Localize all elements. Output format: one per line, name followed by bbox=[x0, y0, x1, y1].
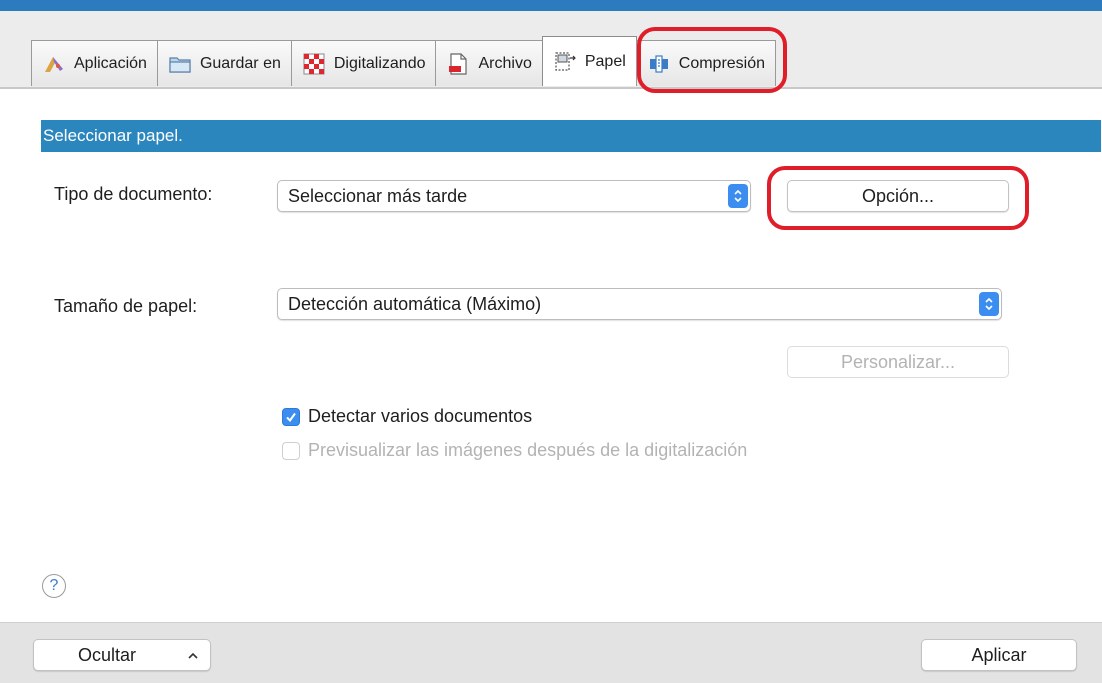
tab-compresion[interactable]: Compresión bbox=[635, 40, 777, 86]
chevron-updown-icon bbox=[979, 292, 999, 316]
settings-tabs: Aplicación Guardar en Digitalizando Arch… bbox=[31, 36, 777, 86]
tab-digitalizando-label: Digitalizando bbox=[333, 54, 426, 72]
folder-icon bbox=[168, 52, 192, 76]
apply-button[interactable]: Aplicar bbox=[921, 639, 1077, 671]
preview-images-checkbox[interactable] bbox=[282, 441, 300, 460]
document-type-label: Tipo de documento: bbox=[54, 184, 213, 204]
document-type-value: Seleccionar más tarde bbox=[288, 186, 468, 206]
hide-button-label: Ocultar bbox=[78, 645, 137, 665]
tab-compresion-label: Compresión bbox=[678, 54, 766, 72]
tab-guardar-en[interactable]: Guardar en bbox=[156, 40, 292, 86]
tab-papel[interactable]: Papel bbox=[541, 36, 637, 86]
help-button[interactable]: ? bbox=[42, 574, 66, 598]
chevron-up-icon bbox=[187, 640, 199, 679]
compression-icon bbox=[647, 52, 671, 76]
tab-guardar-en-label: Guardar en bbox=[199, 54, 281, 72]
paper-icon bbox=[553, 50, 577, 74]
detect-multiple-label: Detectar varios documentos bbox=[308, 406, 533, 426]
preview-images-option[interactable]: Previsualizar las imágenes después de la… bbox=[282, 440, 747, 461]
detect-multiple-checkbox[interactable] bbox=[282, 407, 300, 426]
tab-papel-label: Papel bbox=[584, 52, 626, 70]
chevron-updown-icon bbox=[728, 184, 748, 208]
tab-aplicacion[interactable]: Aplicación bbox=[31, 40, 158, 86]
preview-images-label: Previsualizar las imágenes después de la… bbox=[308, 440, 748, 460]
paper-size-value: Detección automática (Máximo) bbox=[288, 294, 542, 314]
tab-digitalizando[interactable]: Digitalizando bbox=[290, 40, 437, 86]
option-button[interactable]: Opción... bbox=[787, 180, 1009, 212]
window-top-bar bbox=[0, 0, 1102, 11]
hide-button[interactable]: Ocultar bbox=[33, 639, 211, 671]
tab-aplicacion-label: Aplicación bbox=[74, 54, 147, 72]
document-type-select[interactable]: Seleccionar más tarde bbox=[277, 180, 751, 212]
application-icon bbox=[42, 52, 66, 76]
tab-archivo-label: Archivo bbox=[478, 54, 532, 72]
detect-multiple-option[interactable]: Detectar varios documentos bbox=[282, 406, 532, 427]
tab-archivo[interactable]: Archivo bbox=[435, 40, 543, 86]
paper-size-label: Tamaño de papel: bbox=[54, 296, 198, 316]
tab-strip-divider bbox=[0, 87, 1102, 89]
customize-button[interactable]: Personalizar... bbox=[787, 346, 1009, 378]
file-icon bbox=[446, 52, 470, 76]
checkmark-icon bbox=[286, 412, 296, 422]
section-header: Seleccionar papel. bbox=[41, 120, 1101, 152]
scanning-icon bbox=[302, 52, 326, 76]
paper-size-select[interactable]: Detección automática (Máximo) bbox=[277, 288, 1002, 320]
